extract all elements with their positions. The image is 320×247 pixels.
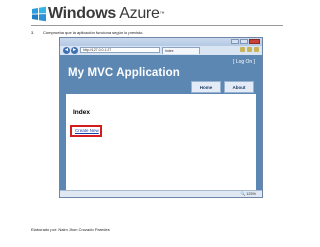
logo-suffix: Azure: [119, 5, 160, 22]
header-divider: [31, 25, 283, 26]
step-text: Comprueba que la aplicación funciona seg…: [43, 30, 144, 35]
window-controls: [231, 39, 260, 45]
close-button[interactable]: [249, 39, 260, 44]
tab-index[interactable]: Index: [162, 47, 200, 54]
back-button[interactable]: ◄: [63, 47, 70, 54]
menu-about[interactable]: About: [224, 81, 254, 93]
minimize-button[interactable]: [231, 39, 239, 44]
windows-flag-icon: [31, 6, 47, 22]
maximize-button[interactable]: [240, 39, 248, 44]
document-header: Windows Azure™: [0, 0, 320, 26]
browser-navbar: ◄ ► http://127.0.0.1:27 Index: [60, 46, 262, 55]
tools-icon[interactable]: [254, 47, 259, 52]
address-bar[interactable]: http://127.0.0.1:27: [80, 47, 160, 53]
logon-link[interactable]: [ Log On ]: [233, 59, 255, 65]
home-icon[interactable]: [240, 47, 245, 52]
forward-button[interactable]: ►: [71, 47, 78, 54]
favorites-icon[interactable]: [247, 47, 252, 52]
zoom-level[interactable]: 🔍 125%: [241, 191, 257, 197]
windows-azure-logo: Windows Azure™: [48, 5, 165, 23]
main-menu: Home About: [191, 81, 254, 93]
instruction-step: 3. Comprueba que la aplicación funciona s…: [31, 30, 144, 35]
logo-prefix: Windows: [48, 5, 116, 22]
site-title: My MVC Application: [68, 67, 180, 79]
main-content: Index Create New: [66, 94, 256, 190]
page-viewport: [ Log On ] My MVC Application Home About…: [60, 55, 262, 190]
step-number: 3.: [31, 30, 35, 35]
browser-window: ◄ ► http://127.0.0.1:27 Index [ Log On ]…: [59, 37, 263, 198]
logo-trademark: ™: [159, 11, 165, 17]
highlight-box: Create New: [70, 125, 102, 137]
document-footer: Elaborado por: Naim Jhon Cruzado Paredes: [31, 227, 110, 232]
page-heading: Index: [73, 109, 90, 116]
browser-statusbar: 🔍 125%: [60, 190, 262, 197]
toolbar-icons: [240, 47, 259, 52]
browser-titlebar: [60, 38, 262, 46]
create-new-link[interactable]: Create New: [75, 128, 99, 133]
menu-home[interactable]: Home: [191, 81, 221, 93]
